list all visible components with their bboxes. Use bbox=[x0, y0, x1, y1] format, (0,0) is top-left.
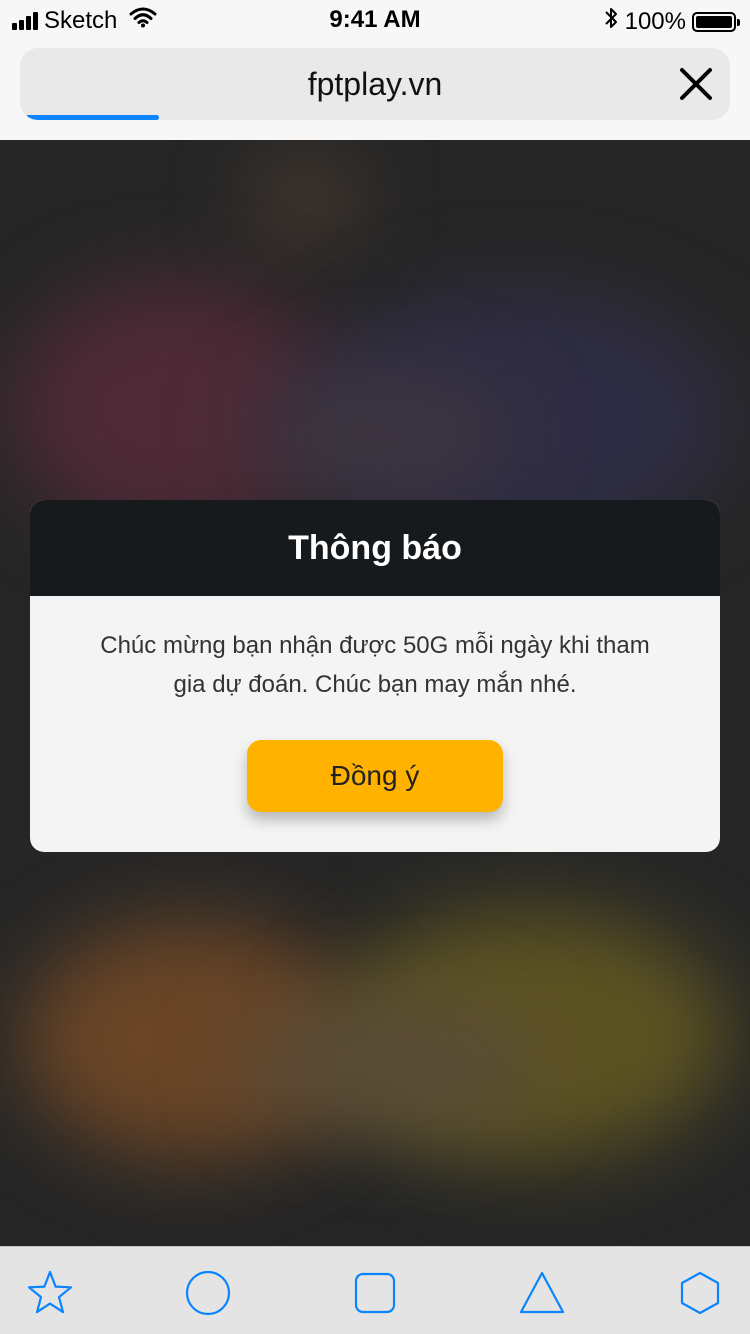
page-load-progress bbox=[26, 115, 159, 120]
battery-level bbox=[696, 15, 732, 28]
dialog-body: Chúc mừng bạn nhận được 50G mỗi ngày khi… bbox=[30, 596, 720, 812]
dialog-header: Thông báo bbox=[30, 500, 720, 596]
blurred-shape bbox=[240, 1000, 540, 1130]
close-button[interactable] bbox=[674, 62, 718, 106]
circle-icon bbox=[185, 1270, 231, 1316]
toolbar-hexagon-button[interactable] bbox=[676, 1269, 724, 1317]
square-icon bbox=[354, 1272, 396, 1314]
triangle-icon bbox=[519, 1271, 565, 1314]
toolbar-square-button[interactable] bbox=[351, 1269, 399, 1317]
blurred-shape bbox=[250, 160, 360, 240]
status-right: 100% bbox=[603, 6, 740, 37]
bluetooth-icon bbox=[603, 6, 619, 37]
dialog-title: Thông báo bbox=[288, 528, 462, 567]
toolbar-star-button[interactable] bbox=[26, 1269, 74, 1317]
bottom-toolbar bbox=[0, 1246, 750, 1334]
battery-icon bbox=[692, 11, 740, 32]
dialog-message: Chúc mừng bạn nhận được 50G mỗi ngày khi… bbox=[100, 632, 650, 698]
star-icon bbox=[27, 1270, 73, 1314]
url-text: fptplay.vn bbox=[307, 66, 443, 102]
battery-percentage: 100% bbox=[624, 7, 686, 35]
toolbar-triangle-button[interactable] bbox=[518, 1269, 566, 1317]
browser-header: fptplay.vn bbox=[0, 40, 750, 140]
close-icon bbox=[680, 68, 712, 100]
hexagon-icon bbox=[680, 1271, 720, 1315]
blurred-shape bbox=[250, 370, 510, 500]
notification-dialog: Thông báo Chúc mừng bạn nhận được 50G mỗ… bbox=[30, 500, 720, 852]
address-bar[interactable]: fptplay.vn bbox=[20, 48, 730, 120]
status-bar: Sketch 9:41 AM 100% bbox=[0, 0, 750, 40]
toolbar-circle-button[interactable] bbox=[184, 1269, 232, 1317]
agree-button[interactable]: Đồng ý bbox=[247, 740, 503, 812]
